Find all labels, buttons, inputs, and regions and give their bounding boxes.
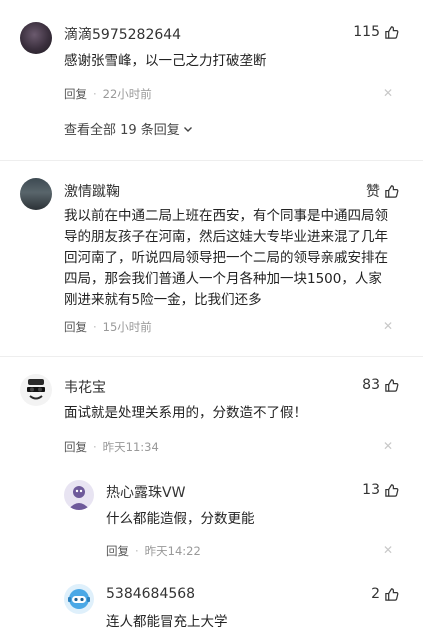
like-button[interactable]: 赞 [366,181,399,201]
thumbs-up-icon [385,184,399,198]
reply-text: 什么都能造假，分数更能 [106,511,255,527]
close-icon[interactable]: ✕ [383,319,393,333]
comment-time: 昨天11:34 [102,440,159,454]
close-icon[interactable]: ✕ [383,439,393,453]
close-icon[interactable]: ✕ [383,86,393,100]
avatar[interactable] [20,22,52,54]
comment-text: 面试就是处理关系用的，分数造不了假！ [64,405,307,421]
reply-username[interactable]: 5384684568 [106,586,195,602]
thumbs-up-icon [385,587,399,601]
avatar[interactable] [64,584,94,614]
thumbs-up-icon [385,378,399,392]
reply-button[interactable]: 回复 [64,86,87,102]
divider [0,356,423,357]
reply-text: 连人都能冒充上大学 [106,614,228,630]
view-all-replies-label: 查看全部 19 条回复 [64,123,180,138]
avatar[interactable] [20,178,52,210]
comment-username[interactable]: 滴滴5975282644 [64,24,181,44]
divider [0,160,423,161]
like-label: 赞 [366,184,380,200]
comment-meta: 回复 · 15小时前 [64,319,152,335]
comment-username[interactable]: 韦花宝 [64,377,106,397]
reply-button[interactable]: 回复 [64,439,87,455]
comment-meta: 回复 · 22小时前 [64,86,152,102]
reply-time: 昨天14:22 [144,544,201,558]
comment-meta: 回复 · 昨天11:34 [64,439,159,455]
comment-time: 15小时前 [102,320,152,334]
comment-username[interactable]: 激情蹴鞠 [64,181,120,201]
view-all-replies-button[interactable]: 查看全部 19 条回复 [64,119,193,138]
thumbs-up-icon [385,25,399,39]
comment-text: 我以前在中通二局上班在西安，有个同事是中通四局领导的朋友孩子在河南，然后这娃大专… [64,208,388,308]
chevron-down-icon [183,126,192,132]
like-count: 83 [362,377,380,393]
reply-meta: 回复 · 昨天14:22 [106,543,201,559]
avatar[interactable] [20,374,52,406]
close-icon[interactable]: ✕ [383,543,393,557]
like-count: 13 [362,482,380,498]
reply-username[interactable]: 热心露珠VW [106,482,185,502]
comment-text: 感谢张雪峰，以一己之力打破垄断 [64,53,267,69]
thumbs-up-icon [385,483,399,497]
like-button[interactable]: 83 [362,377,399,393]
like-button[interactable]: 13 [362,482,399,498]
like-button[interactable]: 115 [353,24,399,40]
reply-button[interactable]: 回复 [106,543,129,559]
like-count: 115 [353,24,380,40]
like-count: 2 [371,586,380,602]
like-button[interactable]: 2 [371,586,399,602]
comment-time: 22小时前 [102,87,152,101]
avatar[interactable] [64,480,94,510]
reply-button[interactable]: 回复 [64,319,87,335]
